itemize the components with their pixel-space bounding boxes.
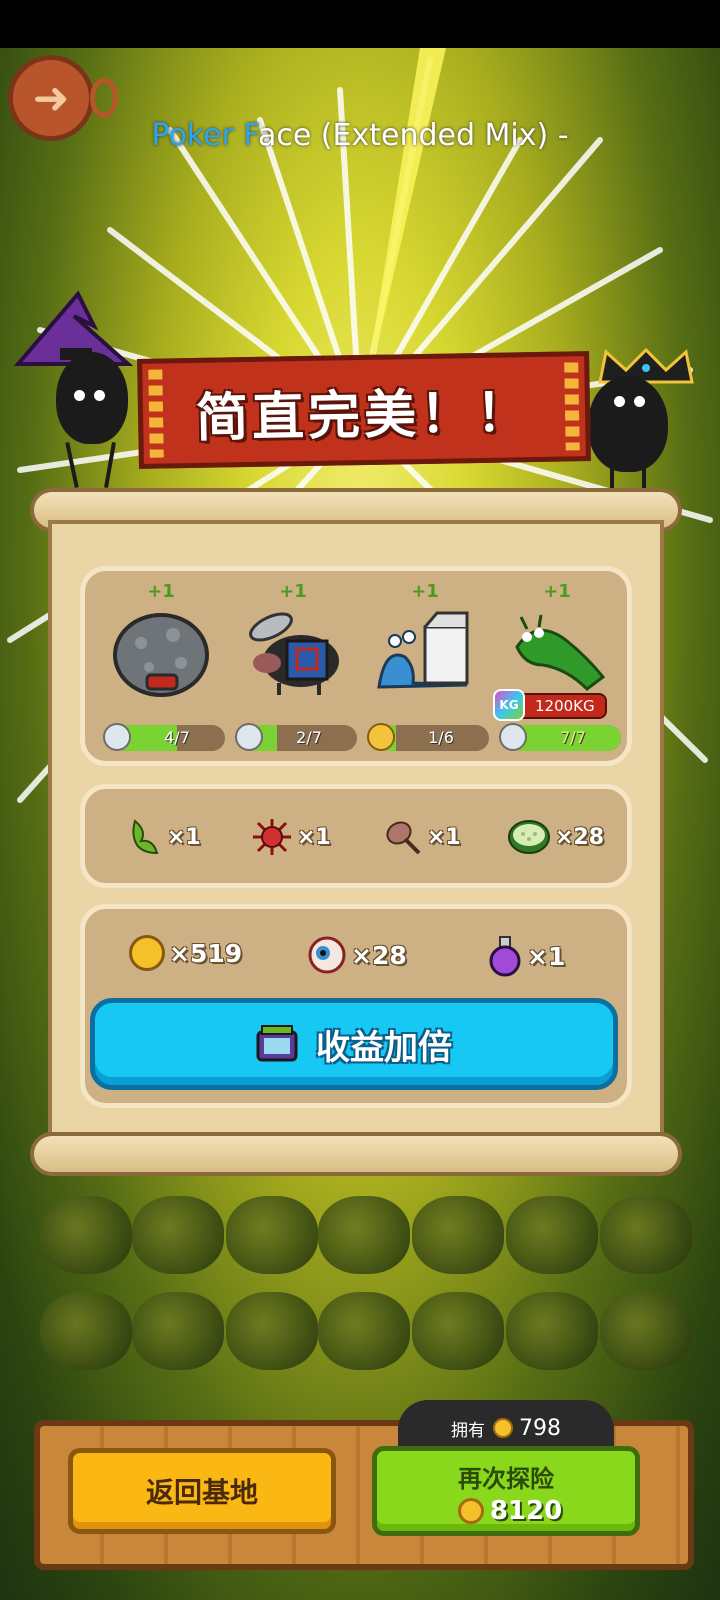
coin-icon [129, 935, 165, 971]
material-item: ×1 [251, 817, 331, 857]
weight-badge-icon: KG [493, 689, 525, 721]
rank-icon [235, 723, 263, 751]
rank-icon [499, 723, 527, 751]
witch-hat-icon [13, 290, 134, 366]
monsters-panel: +1 4/7 +1 2/7 +1 1/6 +1 KG 1200KG 7/7 [80, 566, 632, 766]
bush [40, 1292, 132, 1370]
eyeball-icon [308, 936, 346, 974]
bush [412, 1196, 504, 1274]
bush [132, 1292, 224, 1370]
explore-cost-value: 8120 [489, 1496, 563, 1526]
bush [506, 1292, 598, 1370]
rank-icon [103, 723, 131, 751]
bush [318, 1292, 410, 1370]
green-caterpillar-icon [515, 614, 606, 691]
explore-again-label: 再次探险 [458, 1465, 554, 1493]
reward-qty: ×519 [169, 938, 243, 968]
back-arrow-icon: ➜ [32, 72, 70, 124]
bush [226, 1292, 318, 1370]
mace-icon [386, 821, 421, 855]
reward-item: ×28 [307, 935, 407, 975]
return-base-label: 返回基地 [145, 1476, 258, 1509]
rank-icon [367, 723, 395, 751]
witch-character [8, 286, 138, 488]
potion-icon [489, 936, 521, 977]
bush [40, 1196, 132, 1274]
bush [132, 1196, 224, 1274]
result-title: 简直完美！！ [195, 382, 533, 449]
bush [412, 1292, 504, 1370]
weight-tag: KG 1200KG [493, 689, 607, 721]
material-qty: ×1 [427, 824, 461, 850]
milk-snail-icon [377, 611, 469, 689]
reward-item: ×1 [487, 935, 565, 977]
bonus-label: +1 [411, 581, 439, 602]
now-playing-highlight: Poker F [151, 118, 258, 153]
king-character [580, 340, 720, 500]
reward-item: ×519 [129, 935, 242, 971]
explore-again-cost: 8120 [377, 1496, 635, 1526]
cucumber-slice-icon [508, 820, 550, 854]
reward-qty: ×28 [351, 940, 407, 970]
coin-icon [457, 1498, 484, 1524]
material-qty: ×1 [297, 824, 331, 850]
weight-value: 1200KG [535, 697, 595, 715]
double-rewards-button[interactable]: 收益加倍 [90, 998, 618, 1090]
coin-icon [493, 1418, 513, 1438]
material-qty: ×1 [167, 824, 201, 850]
tv-ad-icon [256, 1025, 298, 1062]
back-button-ring [90, 78, 118, 118]
chainsaw-boar-icon [249, 612, 339, 695]
result-banner: 简直完美！！ [137, 351, 591, 469]
scroll-bottom-rod [30, 1132, 682, 1176]
red-spiky-icon [253, 819, 291, 855]
herb-icon [132, 819, 159, 855]
material-item: ×1 [127, 817, 201, 857]
reward-qty: ×1 [527, 941, 566, 971]
owned-label: 拥有 [451, 1420, 485, 1441]
bonus-label: +1 [279, 581, 307, 602]
bush [226, 1196, 318, 1274]
bush [318, 1196, 410, 1274]
double-rewards-label: 收益加倍 [316, 1027, 452, 1068]
return-base-button[interactable]: 返回基地 [68, 1448, 336, 1534]
bush [506, 1196, 598, 1274]
owned-value: 798 [519, 1415, 561, 1441]
now-playing-rest: ace (Extended Mix) - [257, 118, 569, 153]
status-bar [0, 0, 720, 48]
material-item: ×28 [507, 817, 604, 857]
bush [600, 1196, 692, 1274]
bonus-label: +1 [147, 581, 175, 602]
rock-monster-icon [113, 613, 209, 697]
material-qty: ×28 [555, 824, 605, 850]
materials-panel: ×1 ×1 ×1 ×28 [80, 784, 632, 888]
bonus-label: +1 [543, 581, 571, 602]
bush [600, 1292, 692, 1370]
material-item: ×1 [383, 817, 461, 857]
explore-again-button[interactable]: 再次探险 8120 [372, 1446, 640, 1536]
game-scene: ➜ Poker Face (Extended Mix) - 简直完美！！ +1 … [0, 0, 720, 1600]
now-playing-title: Poker Face (Extended Mix) - [0, 118, 720, 153]
